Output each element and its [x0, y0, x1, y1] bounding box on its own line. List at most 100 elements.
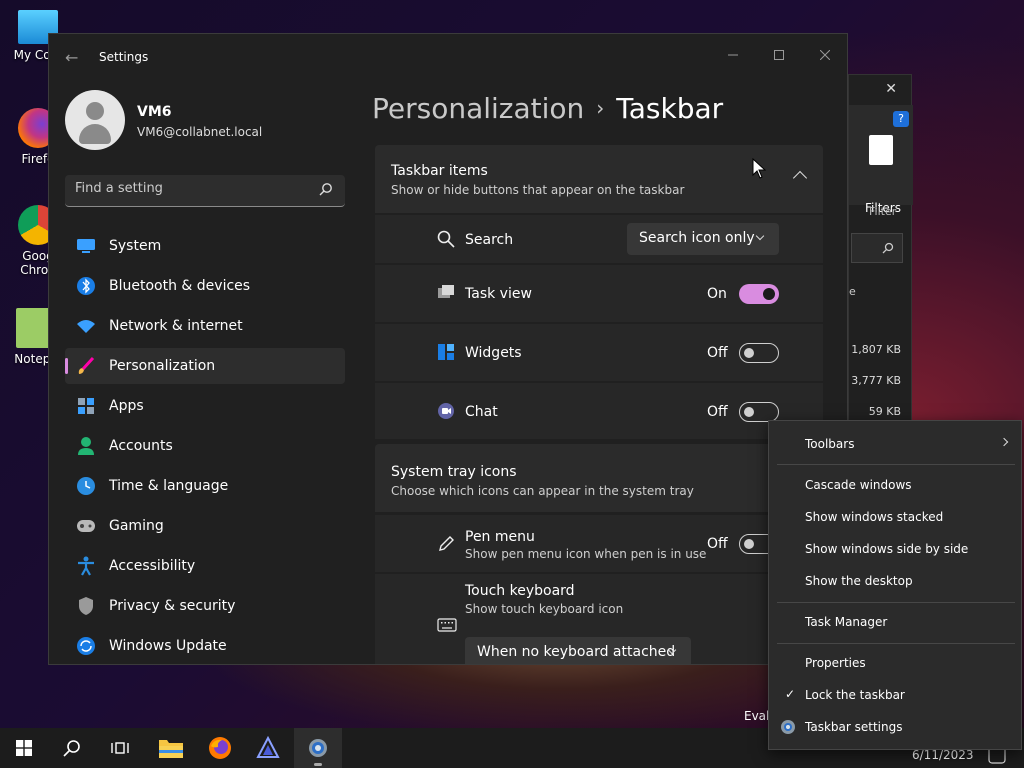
menu-item-label: Show windows stacked	[805, 510, 944, 524]
chevron-down-icon	[755, 231, 765, 241]
sidebar-item-accessibility[interactable]: Accessibility	[65, 548, 345, 584]
checkmark-icon: ✓	[785, 687, 796, 701]
settings-window: ← Settings VM6 VM6@collabnet.local Syste…	[48, 33, 848, 665]
file-explorer-button[interactable]	[147, 728, 195, 768]
taskbar-context-menu: Toolbars Cascade windows Show windows st…	[768, 420, 1022, 750]
search-icon	[319, 183, 332, 196]
bluetooth-icon	[75, 276, 97, 296]
sidebar-item-network[interactable]: Network & internet	[65, 308, 345, 344]
menu-item-side-by-side[interactable]: Show windows side by side	[769, 535, 1021, 563]
sidebar-item-personalization[interactable]: Personalization	[65, 348, 345, 384]
explorer-search-input[interactable]	[851, 233, 903, 263]
back-button[interactable]: ←	[65, 48, 78, 67]
task-view-toggle[interactable]	[739, 284, 779, 304]
sidebar-item-label: Accessibility	[109, 558, 196, 574]
sidebar-item-label: Windows Update	[109, 638, 227, 654]
file-size: 3,777 KB	[851, 374, 901, 387]
minimize-icon	[728, 54, 738, 56]
windows-logo-icon	[16, 740, 32, 756]
touch-keyboard-sub: Show touch keyboard icon	[465, 602, 624, 616]
find-setting-box[interactable]	[65, 175, 345, 207]
help-icon[interactable]: ?	[893, 111, 909, 127]
breadcrumb-parent[interactable]: Personalization	[372, 92, 584, 125]
paintbrush-icon	[75, 356, 97, 376]
person-icon	[75, 436, 97, 456]
sidebar-item-label: Time & language	[109, 478, 229, 494]
menu-separator	[777, 464, 1015, 465]
close-icon[interactable]: ✕	[885, 81, 897, 97]
chat-row: Chat Off	[375, 383, 823, 439]
sidebar-item-windows-update[interactable]: Windows Update	[65, 628, 345, 664]
menu-item-task-manager[interactable]: Task Manager	[769, 608, 1021, 636]
apps-icon	[75, 396, 97, 416]
task-view-label: Task view	[465, 286, 532, 302]
sidebar-item-accounts[interactable]: Accounts	[65, 428, 345, 464]
background-explorer-window[interactable]: ✕ Filters ? Filter e 1,807 KB 3,777 KB 5…	[848, 74, 913, 434]
menu-item-cascade[interactable]: Cascade windows	[769, 471, 1021, 499]
maximize-button[interactable]	[757, 42, 801, 72]
app-taskbar-button[interactable]	[244, 728, 292, 768]
menu-item-lock-taskbar[interactable]: ✓ Lock the taskbar	[769, 681, 1021, 709]
menu-item-taskbar-settings[interactable]: Taskbar settings	[769, 713, 1021, 741]
sidebar-item-gaming[interactable]: Gaming	[65, 508, 345, 544]
taskbar-date[interactable]: 6/11/2023	[912, 748, 974, 762]
section-title: Taskbar items	[391, 163, 488, 179]
minimize-button[interactable]	[711, 42, 755, 72]
sidebar-item-system[interactable]: System	[65, 228, 345, 264]
sidebar-item-label: System	[109, 238, 162, 254]
title-bar: ← Settings	[49, 34, 847, 82]
menu-item-show-desktop[interactable]: Show the desktop	[769, 567, 1021, 595]
avatar	[65, 90, 125, 150]
system-tray-header[interactable]: System tray icons Choose which icons can…	[375, 444, 823, 512]
breadcrumb-separator: ›	[596, 96, 605, 120]
sidebar-nav: System Bluetooth & devices Network & int…	[65, 228, 345, 664]
menu-item-stacked[interactable]: Show windows stacked	[769, 503, 1021, 531]
sidebar-item-apps[interactable]: Apps	[65, 388, 345, 424]
chevron-up-icon[interactable]	[792, 170, 808, 186]
taskbar-search-button[interactable]	[48, 728, 96, 768]
widgets-row: Widgets Off	[375, 324, 823, 381]
menu-item-label: Taskbar settings	[805, 720, 903, 734]
search-icon	[437, 230, 455, 248]
sidebar-item-label: Apps	[109, 398, 144, 414]
task-view-icon	[111, 742, 129, 754]
touch-keyboard-select[interactable]: When no keyboard attached	[465, 637, 691, 664]
user-name: VM6	[137, 104, 172, 120]
close-button[interactable]	[803, 42, 847, 72]
close-icon	[819, 49, 831, 61]
widgets-toggle[interactable]	[739, 343, 779, 363]
menu-item-properties[interactable]: Properties	[769, 649, 1021, 677]
sidebar-item-bluetooth[interactable]: Bluetooth & devices	[65, 268, 345, 304]
search-input[interactable]	[75, 181, 305, 196]
menu-item-toolbars[interactable]: Toolbars	[769, 430, 1021, 458]
sidebar-item-time-language[interactable]: Time & language	[65, 468, 345, 504]
page-title: Taskbar	[616, 92, 724, 125]
settings-taskbar-button[interactable]	[294, 728, 342, 768]
task-view-button[interactable]	[96, 728, 144, 768]
chat-icon	[438, 403, 454, 419]
search-row: Search Search icon only	[375, 215, 823, 263]
user-email: VM6@collabnet.local	[137, 125, 263, 139]
menu-separator	[777, 602, 1015, 603]
gear-icon	[309, 739, 327, 757]
file-size: 59 KB	[868, 405, 901, 418]
filters-icon	[869, 135, 893, 165]
sidebar-item-label: Gaming	[109, 518, 164, 534]
explorer-column-letter: e	[849, 285, 856, 298]
sidebar-item-privacy[interactable]: Privacy & security	[65, 588, 345, 624]
widgets-label: Widgets	[465, 345, 522, 361]
chat-toggle[interactable]	[739, 402, 779, 422]
sidebar-item-label: Network & internet	[109, 318, 243, 334]
update-icon	[75, 636, 97, 656]
firefox-taskbar-button[interactable]	[196, 728, 244, 768]
search-icon	[882, 242, 894, 254]
breadcrumb: Personalization › Taskbar	[372, 92, 723, 125]
search-mode-select[interactable]: Search icon only	[627, 223, 779, 255]
monitor-icon	[75, 236, 97, 256]
filter-group-label: Filter	[869, 205, 897, 218]
sidebar-item-label: Bluetooth & devices	[109, 278, 251, 294]
menu-item-label: Toolbars	[805, 437, 855, 451]
widgets-state: Off	[707, 345, 728, 361]
section-subtitle: Show or hide buttons that appear on the …	[391, 183, 685, 197]
start-button[interactable]	[0, 728, 48, 768]
